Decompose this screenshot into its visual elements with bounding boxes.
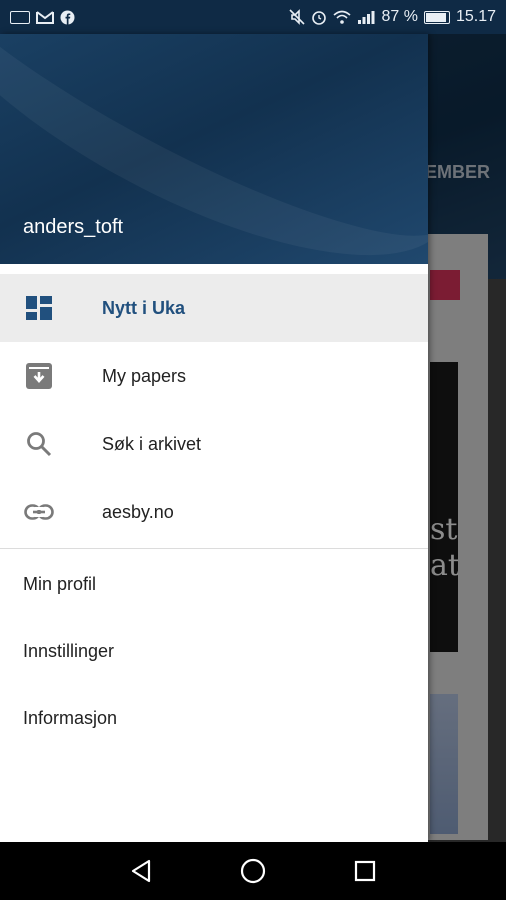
menu-item-informasjon[interactable]: Informasjon [0,685,428,752]
alarm-icon [312,11,327,25]
status-bar: 87 % 15.17 [0,0,506,34]
menu-item-sok-i-arkivet[interactable]: Søk i arkivet [0,410,428,478]
drawer-menu: Nytt i Uka My papers Søk i arkivet aesby… [0,264,428,546]
battery-percentage: 87 % [381,8,418,25]
navigation-drawer: anders_toft Nytt i Uka My papers Søk i a… [0,34,428,842]
status-notification-icons [10,10,75,25]
menu-item-nytt-i-uka[interactable]: Nytt i Uka [0,274,428,342]
menu-item-innstillinger[interactable]: Innstillinger [0,618,428,685]
drawer-header: anders_toft [0,34,428,264]
secondary-menu: Min profil Innstillinger Informasjon [0,551,428,752]
link-icon [0,504,80,520]
menu-item-label: My papers [102,365,187,386]
menu-divider [0,548,428,549]
username: anders_toft [23,216,124,238]
menu-item-min-profil[interactable]: Min profil [0,551,428,618]
menu-item-label: Søk i arkivet [102,433,202,454]
menu-item-aesby[interactable]: aesby.no [0,478,428,546]
back-icon[interactable] [85,859,197,883]
gmail-icon [36,11,54,24]
wifi-icon [333,10,352,24]
facebook-icon [60,10,75,25]
archive-download-icon [0,363,80,389]
signal-icon [358,11,375,24]
clock: 15.17 [455,8,496,25]
menu-item-label: Nytt i Uka [102,297,186,318]
recents-icon[interactable] [309,860,421,882]
mute-icon [289,9,306,25]
dashboard-icon [0,296,80,320]
status-system-icons: 87 % 15.17 [289,8,496,26]
home-icon[interactable] [197,858,309,884]
battery-icon [423,10,450,24]
menu-item-my-papers[interactable]: My papers [0,342,428,410]
menu-item-label: aesby.no [102,501,174,522]
app-notification-icon [10,10,30,24]
search-icon [0,431,80,457]
system-navigation-bar [0,842,506,900]
